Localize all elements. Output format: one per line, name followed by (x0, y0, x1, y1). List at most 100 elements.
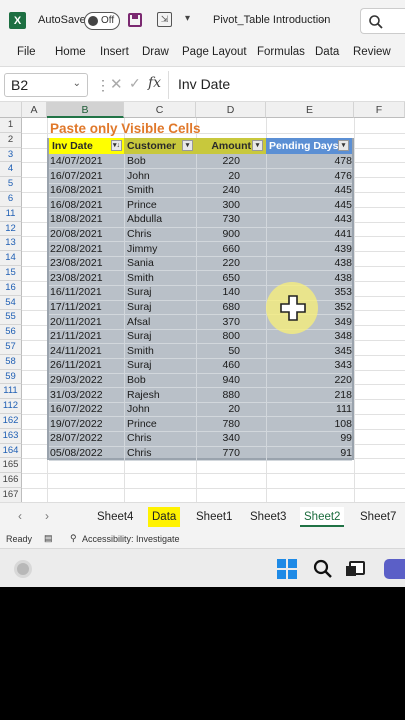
column-header-f[interactable]: F (354, 102, 405, 118)
cell-amount[interactable]: 650 (195, 271, 240, 286)
column-header-b[interactable]: B (47, 102, 124, 118)
insert-function-icon[interactable]: fx (148, 75, 161, 91)
cell-pending-days[interactable]: 99 (300, 431, 352, 446)
cell-inv-date[interactable]: 20/11/2021 (50, 315, 102, 330)
cell-pending-days[interactable]: 476 (300, 169, 352, 184)
tab-draw[interactable]: Draw (142, 46, 169, 58)
cell-customer[interactable]: Abdulla (127, 212, 162, 227)
cell-inv-date[interactable]: 16/11/2021 (50, 285, 102, 300)
search-icon[interactable] (313, 559, 333, 579)
cell-customer[interactable]: Jimmy (127, 242, 157, 257)
cell-inv-date[interactable]: 05/08/2022 (50, 446, 103, 461)
row-header[interactable]: 13 (0, 236, 22, 252)
windows-start-icon[interactable] (277, 559, 297, 579)
row-header[interactable]: 1 (0, 118, 22, 133)
cell-customer[interactable]: Suraj (127, 300, 152, 315)
tab-formulas[interactable]: Formulas (257, 46, 305, 58)
save-icon[interactable] (128, 13, 142, 27)
cell-inv-date[interactable]: 24/11/2021 (50, 344, 102, 359)
cell-inv-date[interactable]: 22/08/2021 (50, 242, 103, 257)
cell-customer[interactable]: Suraj (127, 329, 152, 344)
tab-page-layout[interactable]: Page Layout (182, 46, 247, 58)
cell-inv-date[interactable]: 16/07/2022 (50, 402, 103, 417)
cell-pending-days[interactable]: 348 (300, 329, 352, 344)
cell-customer[interactable]: Bob (127, 373, 146, 388)
cell-pending-days[interactable]: 441 (300, 227, 352, 242)
row-header[interactable]: 3 (0, 147, 22, 163)
cell-amount[interactable]: 730 (195, 212, 240, 227)
cell-amount[interactable]: 770 (195, 446, 240, 461)
chevron-down-icon[interactable]: ⌄ (319, 14, 327, 25)
row-header[interactable]: 165 (0, 458, 22, 474)
row-header[interactable]: 12 (0, 221, 22, 237)
teams-icon[interactable] (384, 559, 405, 579)
cell-amount[interactable]: 370 (195, 315, 240, 330)
cell-customer[interactable]: Rajesh (127, 388, 160, 403)
cell-inv-date[interactable]: 23/08/2021 (50, 271, 103, 286)
row-header[interactable]: 6 (0, 192, 22, 207)
autosave-toggle[interactable]: Off (84, 12, 120, 30)
widgets-icon[interactable] (14, 560, 32, 578)
more-icon[interactable]: ⋮ (96, 77, 110, 94)
worksheet-grid[interactable]: A B C D E F 1 2 3 4 5 6 11 12 13 14 15 16 54 55 56 57 58… (0, 102, 405, 519)
column-header-a[interactable]: A (22, 102, 47, 118)
filter-dropdown-icon[interactable]: ▾ (182, 140, 193, 151)
cell-inv-date[interactable]: 26/11/2021 (50, 358, 102, 373)
cell-amount[interactable]: 900 (195, 227, 240, 242)
cell-pending-days[interactable]: 345 (300, 344, 352, 359)
customize-icon[interactable]: ⇲ (157, 12, 172, 27)
cell-amount[interactable]: 20 (195, 169, 240, 184)
cell-customer[interactable]: John (127, 169, 150, 184)
header-pending-days[interactable]: Pending Days ▾ (266, 138, 352, 154)
cell-customer[interactable]: Sania (127, 256, 154, 271)
row-header[interactable]: 4 (0, 162, 22, 178)
sheet-tab-data[interactable]: Data (148, 507, 181, 527)
cell-amount[interactable]: 460 (195, 358, 240, 373)
cell-customer[interactable]: Prince (127, 198, 157, 213)
sheet-tab-sheet3[interactable]: Sheet3 (246, 507, 290, 527)
column-header-c[interactable]: C (124, 102, 196, 118)
macro-icon[interactable]: ▤ (44, 533, 53, 544)
cell-pending-days[interactable]: 220 (300, 373, 352, 388)
cell-inv-date[interactable]: 20/08/2021 (50, 227, 103, 242)
cell-amount[interactable]: 680 (195, 300, 240, 315)
cell-inv-date[interactable]: 17/11/2021 (50, 300, 102, 315)
cell-customer[interactable]: Chris (127, 431, 152, 446)
sheet-tab-sheet4[interactable]: Sheet4 (93, 507, 137, 527)
row-header[interactable]: 167 (0, 488, 22, 503)
cell-inv-date[interactable]: 21/11/2021 (50, 329, 102, 344)
filter-dropdown-icon[interactable]: ▾ (338, 140, 349, 151)
row-header[interactable]: 163 (0, 428, 22, 444)
cell-pending-days[interactable]: 218 (300, 388, 352, 403)
cell-customer[interactable]: Chris (127, 227, 152, 242)
row-header[interactable]: 2 (0, 132, 22, 148)
cell-amount[interactable]: 780 (195, 417, 240, 432)
cell-amount[interactable]: 340 (195, 431, 240, 446)
tab-review[interactable]: Review (353, 46, 391, 58)
cell-amount[interactable]: 240 (195, 183, 240, 198)
cell-pending-days[interactable]: 438 (300, 256, 352, 271)
cell-amount[interactable]: 220 (195, 154, 240, 169)
row-header[interactable]: 164 (0, 443, 22, 459)
filter-dropdown-icon[interactable]: ▾ (252, 140, 263, 151)
cell-customer[interactable]: Afsal (127, 315, 150, 330)
row-header[interactable]: 166 (0, 473, 22, 488)
cell-pending-days[interactable]: 111 (300, 402, 352, 417)
row-header[interactable]: 111 (0, 384, 22, 400)
cell-inv-date[interactable]: 28/07/2022 (50, 431, 103, 446)
enter-icon[interactable]: ✓ (129, 75, 141, 92)
task-view-icon[interactable] (346, 561, 365, 576)
row-header[interactable]: 54 (0, 295, 22, 311)
cell-customer[interactable]: Prince (127, 417, 157, 432)
quick-access-dropdown[interactable]: ▾ (185, 13, 190, 24)
row-header[interactable]: 11 (0, 206, 22, 222)
accessibility-icon[interactable]: ⚲ (70, 533, 77, 544)
cell-inv-date[interactable]: 14/07/2021 (50, 154, 103, 169)
row-header[interactable]: 58 (0, 354, 22, 370)
chevron-left-icon[interactable]: ‹ (18, 509, 22, 523)
row-header[interactable]: 112 (0, 399, 22, 414)
cell-amount[interactable]: 140 (195, 285, 240, 300)
cell-pending-days[interactable]: 445 (300, 198, 352, 213)
cell-inv-date[interactable]: 16/08/2021 (50, 183, 103, 198)
cell-pending-days[interactable]: 91 (300, 446, 352, 461)
